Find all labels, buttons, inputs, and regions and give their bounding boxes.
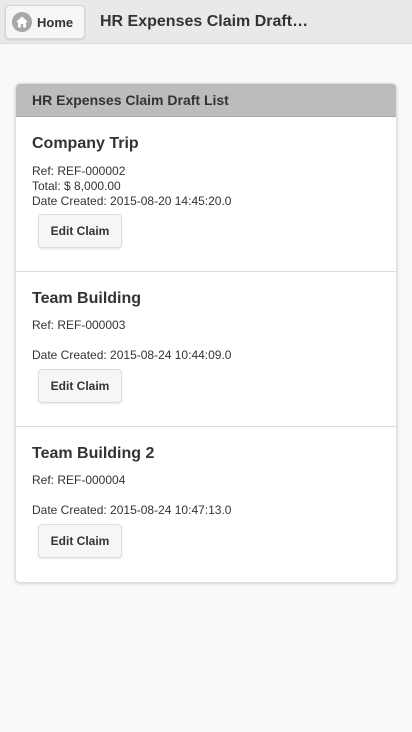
home-button-label: Home xyxy=(37,14,74,30)
claim-date: Date Created: 2015-08-24 10:44:09.0 xyxy=(32,348,232,362)
page-title: HR Expenses Claim Draft List xyxy=(100,13,312,30)
claim-ref: Ref: REF-000002 xyxy=(32,164,126,178)
home-button[interactable]: Home xyxy=(5,5,85,39)
claim-ref: Ref: REF-000003 xyxy=(32,318,126,332)
claim-item: Team Building Ref: REF-000003 Date Creat… xyxy=(16,272,396,427)
claim-ref: Ref: REF-000004 xyxy=(32,473,126,487)
claim-title: Team Building 2 xyxy=(32,445,155,462)
claim-total: Total: $ 8,000.00 xyxy=(32,179,121,193)
claim-item: Team Building 2 Ref: REF-000004 Date Cre… xyxy=(16,427,396,582)
edit-claim-button[interactable]: Edit Claim xyxy=(38,214,122,248)
claim-date: Date Created: 2015-08-20 14:45:20.0 xyxy=(32,194,232,208)
header-bar: Home HR Expenses Claim Draft List xyxy=(0,0,412,44)
claim-item: Company Trip Ref: REF-000002 Total: $ 8,… xyxy=(16,117,396,272)
edit-claim-button[interactable]: Edit Claim xyxy=(38,524,122,558)
list-header: HR Expenses Claim Draft List xyxy=(16,84,396,117)
claim-date: Date Created: 2015-08-24 10:47:13.0 xyxy=(32,503,232,517)
home-icon xyxy=(12,12,32,32)
claim-title: Team Building xyxy=(32,290,142,307)
claim-draft-list: HR Expenses Claim Draft List Company Tri… xyxy=(15,83,397,583)
edit-claim-button[interactable]: Edit Claim xyxy=(38,369,122,403)
claim-title: Company Trip xyxy=(32,135,139,152)
